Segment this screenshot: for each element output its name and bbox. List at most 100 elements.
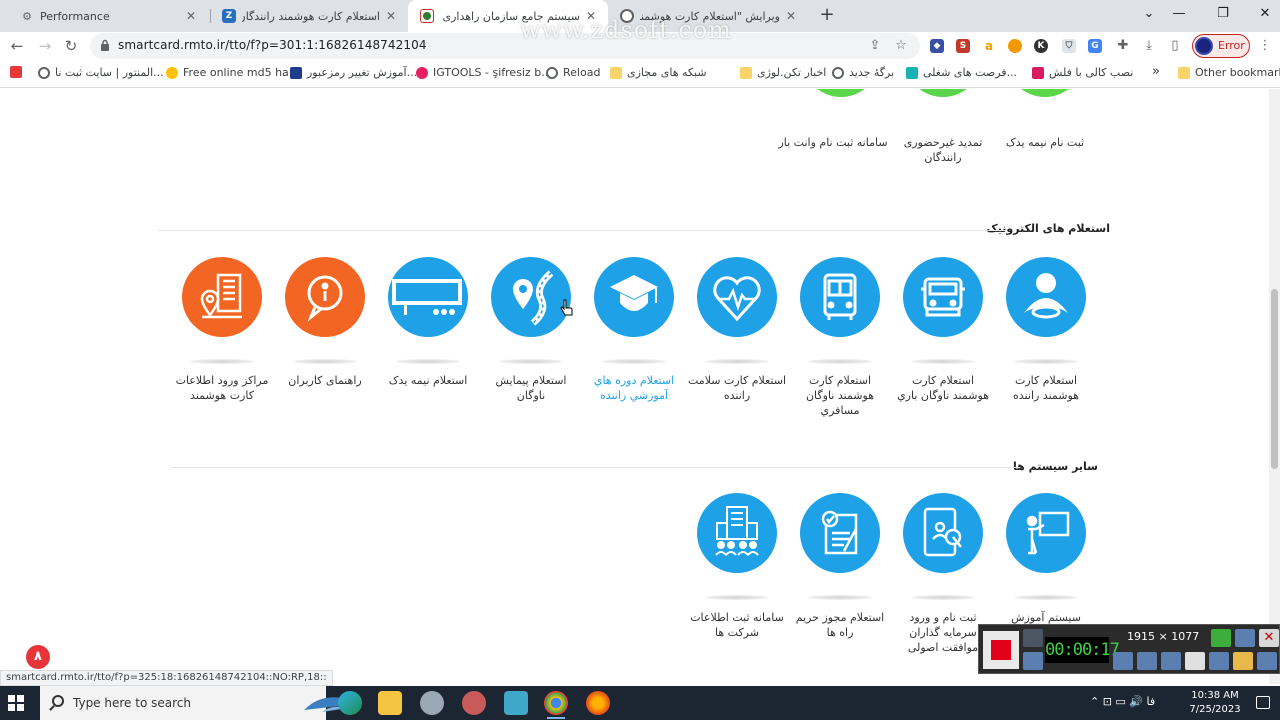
other-bookmarks-folder[interactable]: Other bookmarks xyxy=(1178,66,1280,79)
chrome-icon[interactable] xyxy=(544,691,568,719)
back-button[interactable]: ← xyxy=(6,35,28,57)
translate-extension-icon[interactable]: G xyxy=(1088,39,1102,53)
lock-icon[interactable] xyxy=(100,39,110,51)
reload-button[interactable]: ↻ xyxy=(60,35,82,57)
firefox-icon[interactable] xyxy=(586,691,610,715)
inquiry-semi-trailer-link[interactable]: استعلام نیمه یدک xyxy=(378,373,478,388)
building-location-icon[interactable] xyxy=(182,257,262,337)
company-registration-link[interactable]: سامانه ثبت اطلاعات شرکت ها xyxy=(687,610,787,640)
recorder-minimize-button[interactable] xyxy=(1235,629,1255,647)
extensions-puzzle-icon[interactable]: ✚ xyxy=(1114,37,1132,55)
profile-error-button[interactable]: Error xyxy=(1192,34,1250,58)
inquiry-driver-card-link[interactable]: استعلام کارت هوشمند راننده xyxy=(996,373,1096,403)
recorder-close-button[interactable]: ✕ xyxy=(1259,629,1279,647)
menu-kebab-icon[interactable]: ⋮ xyxy=(1256,37,1274,55)
bookmark-item[interactable]: آموزش تغییر رمزعبور... xyxy=(290,66,417,79)
inquiry-freight-fleet-link[interactable]: استعلام کارت هوشمند ناوگان باري xyxy=(893,373,993,403)
scrollbar-thumb[interactable] xyxy=(1271,289,1278,469)
bookmark-item[interactable]: المنتور | سایت ثبت نا... xyxy=(38,66,164,79)
bookmark-item[interactable]: Reload xyxy=(546,66,600,79)
service-link-pickup[interactable]: سامانه ثبت نام وانت بار xyxy=(778,135,888,150)
document-check-icon[interactable] xyxy=(800,493,880,573)
bus-icon[interactable] xyxy=(800,257,880,337)
bookmark-item[interactable]: برگهٔ جدید xyxy=(832,66,894,79)
bookmark-folder[interactable]: شبکه های مجازی xyxy=(610,66,707,79)
extension-icon[interactable]: S xyxy=(956,39,970,53)
extension-icon[interactable]: K xyxy=(1034,39,1048,53)
inquiry-training-courses-link[interactable]: استعلام دوره هاي آموزشي راننده xyxy=(584,373,684,403)
camera-icon[interactable] xyxy=(1023,629,1043,647)
shield-extension-icon[interactable]: ⛉ xyxy=(1062,39,1076,53)
bookmark-item[interactable]: IGTOOLS - şifresiz b... xyxy=(416,66,552,79)
bookmark-folder[interactable]: اخبار تکن.لوژی xyxy=(740,66,826,79)
bookmark-item[interactable]: Free online md5 ha... xyxy=(166,66,299,79)
pickup-registration-icon[interactable] xyxy=(802,89,880,97)
more-bookmarks-button[interactable]: » xyxy=(1152,64,1160,79)
settings-gear-icon[interactable] xyxy=(1257,652,1277,670)
service-link-semi-trailer[interactable]: ثبت نام نیمه یدک xyxy=(990,135,1100,150)
minimize-button[interactable]: — xyxy=(1168,4,1190,24)
notification-badge[interactable]: ۸ xyxy=(26,645,50,669)
app-icon[interactable] xyxy=(462,691,486,715)
recorder-green-button[interactable] xyxy=(1211,629,1231,647)
user-guide-link[interactable]: راهنمای کاربران xyxy=(275,373,375,388)
close-icon[interactable]: ✕ xyxy=(784,9,798,23)
data-entry-centers-link[interactable]: مراکز ورود اطلاعات کارت هوشمند xyxy=(172,373,272,403)
tab-smartcard-inquiry[interactable]: Z استعلام کارت هوشمند رانندگان بار ✕ xyxy=(210,0,408,32)
url-text[interactable]: smartcard.rmto.ir/tto/f?p=301:1:16826148… xyxy=(118,38,427,52)
extension-icon[interactable]: ◆ xyxy=(930,39,944,53)
inquiry-passenger-fleet-link[interactable]: استعلام کارت هوشمند ناوگان مسافري xyxy=(790,373,890,418)
taskbar-clock[interactable]: 10:38 AM 7/25/2023 xyxy=(1180,689,1250,717)
close-window-button[interactable]: ✕ xyxy=(1254,4,1276,24)
close-icon[interactable]: ✕ xyxy=(184,9,198,23)
download-icon[interactable]: ⤓ xyxy=(1140,37,1158,55)
tab-performance[interactable]: ⚙ Performance ✕ xyxy=(8,0,208,32)
graduation-cap-icon[interactable] xyxy=(594,257,674,337)
vertical-scrollbar[interactable] xyxy=(1269,89,1280,684)
truck-icon[interactable] xyxy=(903,257,983,337)
paint-icon[interactable] xyxy=(420,691,444,715)
inquiry-fleet-mileage-link[interactable]: استعلام پیمایش ناوگان xyxy=(481,373,581,403)
microphone-icon[interactable] xyxy=(1137,652,1157,670)
webcam-icon[interactable] xyxy=(1161,652,1181,670)
bookmark-star-icon[interactable]: ☆ xyxy=(892,37,910,55)
tablet-key-icon[interactable] xyxy=(903,493,983,573)
address-bar[interactable]: smartcard.rmto.ir/tto/f?p=301:1:16826148… xyxy=(90,33,920,59)
company-building-icon[interactable] xyxy=(697,493,777,573)
close-icon[interactable]: ✕ xyxy=(384,9,398,23)
file-explorer-icon[interactable] xyxy=(378,691,402,715)
windows-start-icon[interactable] xyxy=(8,695,24,711)
edge-browser-icon[interactable] xyxy=(338,691,362,715)
app-icon[interactable] xyxy=(504,691,528,715)
driver-icon[interactable] xyxy=(1006,257,1086,337)
speaker-icon[interactable] xyxy=(1113,652,1133,670)
teacher-board-icon[interactable] xyxy=(1006,493,1086,573)
driver-renewal-icon[interactable] xyxy=(904,89,982,97)
share-icon[interactable]: ⇪ xyxy=(866,37,884,55)
inquiry-driver-health-link[interactable]: استعلام کارت سلامت راننده xyxy=(687,373,787,403)
notification-center-icon[interactable] xyxy=(1256,696,1270,709)
heart-icon[interactable] xyxy=(697,257,777,337)
new-tab-button[interactable]: + xyxy=(816,4,838,26)
pen-icon[interactable] xyxy=(1209,652,1229,670)
language-indicator[interactable]: فا xyxy=(1147,695,1156,708)
forward-button[interactable]: → xyxy=(34,35,56,57)
folder-icon[interactable] xyxy=(1233,652,1253,670)
extension-icon[interactable] xyxy=(1008,39,1022,53)
info-icon[interactable] xyxy=(285,257,365,337)
apps-grid-icon[interactable] xyxy=(10,66,27,78)
maximize-button[interactable]: ❐ xyxy=(1212,4,1234,24)
amazon-extension-icon[interactable]: a xyxy=(982,39,996,53)
side-panel-icon[interactable]: ▯ xyxy=(1166,37,1184,55)
taskbar-search-input[interactable]: Type here to search xyxy=(40,686,362,720)
tab-search-chevron-icon[interactable]: ⌄ xyxy=(1138,4,1160,24)
bookmark-item[interactable]: نصب کالی با فلش xyxy=(1032,66,1133,79)
road-privacy-permit-link[interactable]: استعلام مجوز حریم راه ها xyxy=(790,610,890,640)
cursor-icon[interactable] xyxy=(1185,652,1205,670)
service-link-driver-renewal[interactable]: تمدید غیرحضوری رانندگان xyxy=(888,135,998,165)
pause-button[interactable] xyxy=(1023,652,1043,670)
system-tray[interactable]: ⌃ ⊡ ▭ 🔊 فا xyxy=(1090,695,1155,708)
bookmark-item[interactable]: فرصت های شغلی... xyxy=(906,66,1017,79)
map-pin-road-icon[interactable] xyxy=(491,257,571,337)
trailer-icon[interactable] xyxy=(388,257,468,337)
